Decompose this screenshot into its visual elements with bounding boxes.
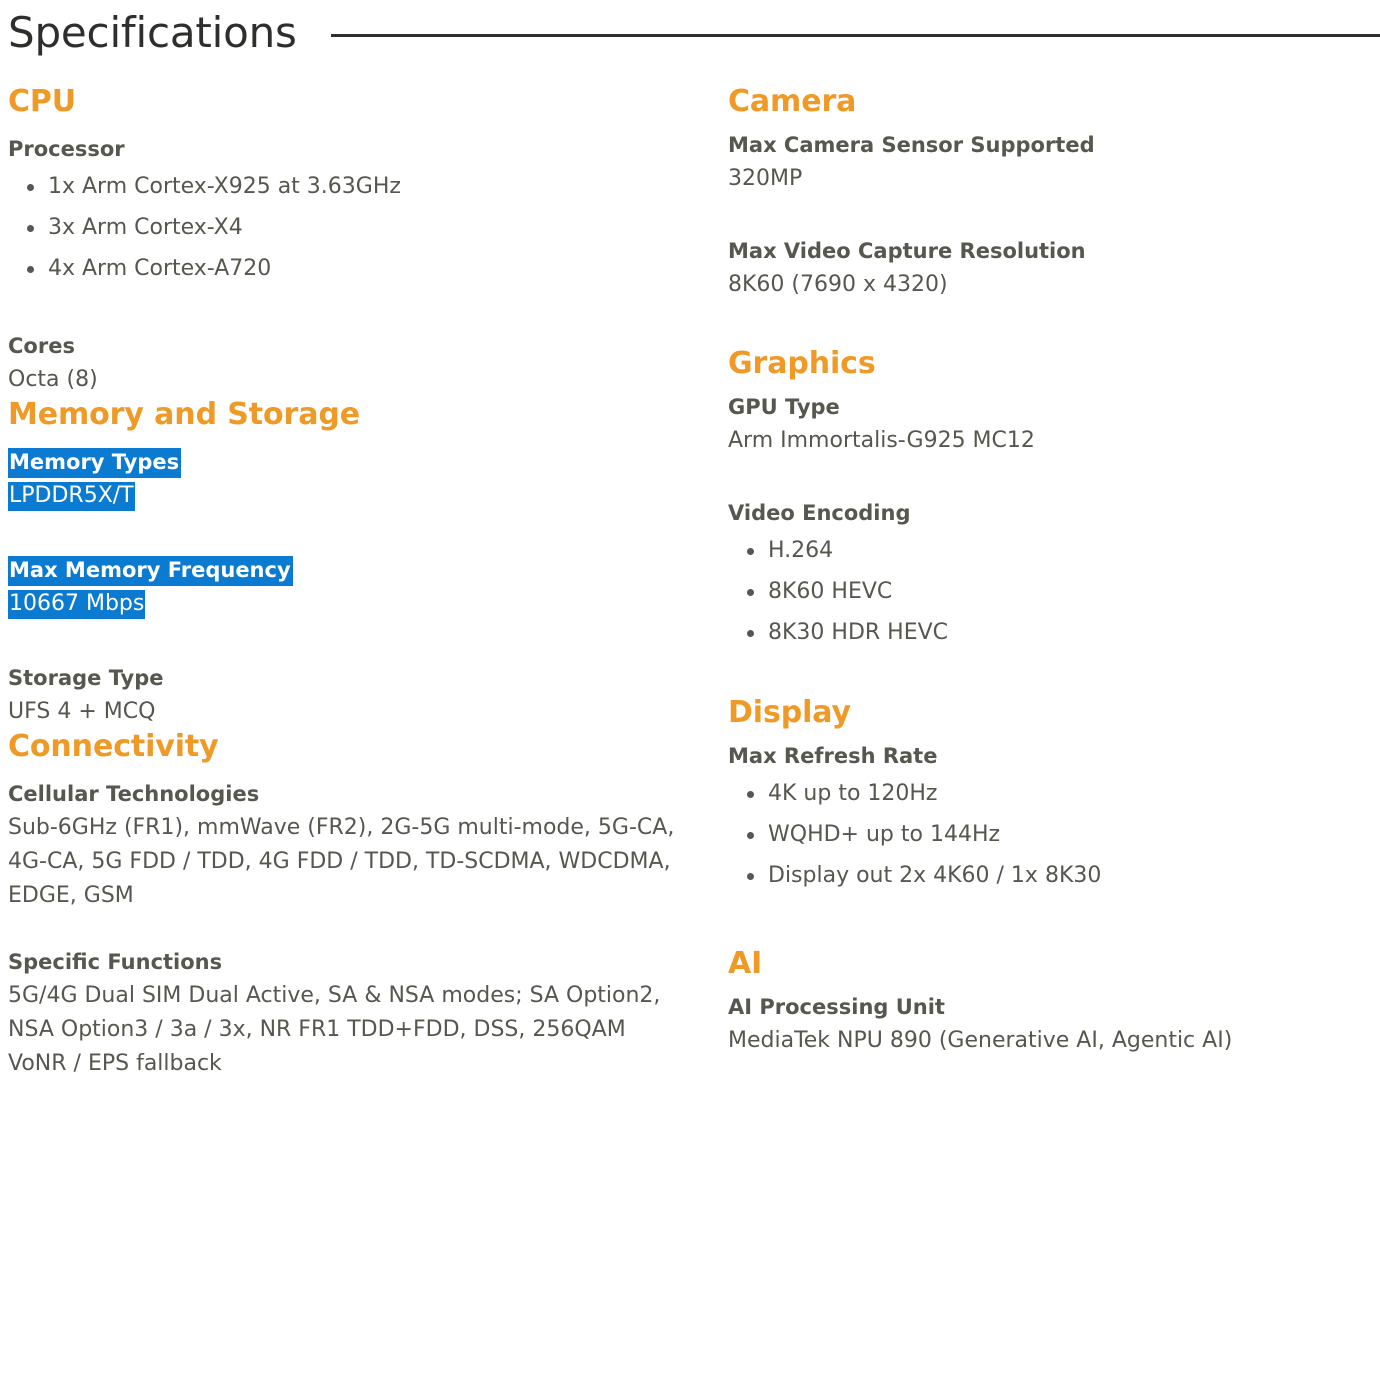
section-connectivity: Connectivity Cellular Technologies Sub-6… (8, 729, 688, 1081)
spec-label-max-refresh-rate: Max Refresh Rate (728, 744, 938, 768)
spec-label-processor: Processor (8, 137, 125, 161)
list-item: 1x Arm Cortex-X925 at 3.63GHz (8, 166, 688, 207)
spec-label-cellular-technologies: Cellular Technologies (8, 782, 260, 806)
spec-label-max-camera-sensor-supported: Max Camera Sensor Supported (728, 133, 1095, 157)
section-ai: AI AI Processing Unit MediaTek NPU 890 (… (728, 946, 1380, 1058)
section-heading-camera: Camera (728, 84, 857, 119)
spec-label-video-encoding: Video Encoding (728, 501, 911, 525)
spec-cellular-technologies: Cellular Technologies Sub-6GHz (FR1), mm… (8, 779, 688, 913)
selection-highlight-max-memory-frequency-value[interactable]: 10667 Mbps (8, 590, 146, 619)
spec-list-max-refresh-rate: 4K up to 120Hz WQHD+ up to 144Hz Display… (728, 773, 1380, 896)
left-column: CPU Processor 1x Arm Cortex-X925 at 3.63… (0, 84, 718, 1081)
spec-cores: Cores Octa (8) (8, 331, 688, 397)
list-item: 3x Arm Cortex-X4 (8, 207, 688, 248)
section-graphics: Graphics GPU Type Arm Immortalis-G925 MC… (728, 346, 1380, 653)
spec-value-max-memory-frequency: 10667 Mbps (8, 587, 688, 621)
spec-value-gpu-type: Arm Immortalis-G925 MC12 (728, 428, 1035, 453)
spec-max-memory-frequency: Max Memory Frequency 10667 Mbps (8, 555, 688, 621)
selection-highlight-memory-types-label[interactable]: Memory Types (8, 448, 182, 478)
spec-memory-types: Memory Types LPDDR5X/T (8, 447, 688, 513)
selection-highlight-max-memory-frequency-label[interactable]: Max Memory Frequency (8, 556, 293, 586)
list-item: 4K up to 120Hz (728, 773, 1380, 814)
list-item: WQHD+ up to 144Hz (728, 814, 1380, 855)
spec-value-max-video-capture-resolution: 8K60 (7690 x 4320) (728, 272, 948, 297)
section-heading-connectivity: Connectivity (8, 729, 219, 764)
spec-label-ai-processing-unit: AI Processing Unit (728, 995, 945, 1019)
spec-value-storage-type: UFS 4 + MCQ (8, 699, 156, 724)
selection-highlight-memory-types-value[interactable]: LPDDR5X/T (8, 482, 135, 511)
title-divider-rule (330, 33, 1380, 37)
spec-specific-functions: Specific Functions 5G/4G Dual SIM Dual A… (8, 947, 688, 1081)
spec-list-processor: 1x Arm Cortex-X925 at 3.63GHz 3x Arm Cor… (8, 166, 688, 289)
spec-label-max-video-capture-resolution: Max Video Capture Resolution (728, 239, 1086, 263)
spec-value-cellular-technologies: Sub-6GHz (FR1), mmWave (FR2), 2G-5G mult… (8, 815, 675, 908)
page-title: Specifications (8, 8, 297, 57)
section-memory-and-storage: Memory and Storage Memory Types LPDDR5X/… (8, 397, 688, 729)
spec-label-specific-functions: Specific Functions (8, 950, 223, 974)
list-item: H.264 (728, 530, 1380, 571)
spec-label-storage-type: Storage Type (8, 666, 164, 690)
spec-video-encoding: Video Encoding H.264 8K60 HEVC 8K30 HDR … (728, 498, 1380, 653)
section-heading-graphics: Graphics (728, 346, 876, 381)
spec-max-refresh-rate: Max Refresh Rate 4K up to 120Hz WQHD+ up… (728, 741, 1380, 896)
section-cpu: CPU Processor 1x Arm Cortex-X925 at 3.63… (8, 84, 688, 397)
spec-processor: Processor 1x Arm Cortex-X925 at 3.63GHz … (8, 134, 688, 289)
section-heading-cpu: CPU (8, 84, 77, 119)
section-display: Display Max Refresh Rate 4K up to 120Hz … (728, 695, 1380, 896)
list-item: 4x Arm Cortex-A720 (8, 248, 688, 289)
spec-value-ai-processing-unit: MediaTek NPU 890 (Generative AI, Agentic… (728, 1028, 1233, 1053)
spec-value-max-camera-sensor-supported: 320MP (728, 166, 803, 191)
spec-value-cores: Octa (8) (8, 367, 98, 392)
spec-gpu-type: GPU Type Arm Immortalis-G925 MC12 (728, 392, 1380, 458)
specs-columns: CPU Processor 1x Arm Cortex-X925 at 3.63… (0, 66, 1380, 1081)
spec-value-specific-functions: 5G/4G Dual SIM Dual Active, SA & NSA mod… (8, 983, 661, 1076)
section-heading-ai: AI (728, 946, 763, 981)
spec-label-max-memory-frequency: Max Memory Frequency (8, 555, 688, 586)
spec-label-cores: Cores (8, 334, 75, 358)
list-item: 8K60 HEVC (728, 571, 1380, 612)
spec-label-gpu-type: GPU Type (728, 395, 840, 419)
specifications-page: Specifications CPU Processor 1x Arm Cort… (0, 0, 1380, 1382)
list-item: Display out 2x 4K60 / 1x 8K30 (728, 855, 1380, 896)
section-camera: Camera Max Camera Sensor Supported 320MP… (728, 84, 1380, 302)
spec-value-memory-types: LPDDR5X/T (8, 479, 688, 513)
page-header: Specifications (0, 0, 1380, 66)
section-heading-display: Display (728, 695, 851, 730)
spec-label-memory-types: Memory Types (8, 447, 688, 478)
spec-list-video-encoding: H.264 8K60 HEVC 8K30 HDR HEVC (728, 530, 1380, 653)
section-heading-memory-and-storage: Memory and Storage (8, 397, 361, 432)
right-column: Camera Max Camera Sensor Supported 320MP… (718, 84, 1380, 1058)
spec-storage-type: Storage Type UFS 4 + MCQ (8, 663, 688, 729)
spec-max-video-capture-resolution: Max Video Capture Resolution 8K60 (7690 … (728, 236, 1380, 302)
list-item: 8K30 HDR HEVC (728, 612, 1380, 653)
spec-max-camera-sensor-supported: Max Camera Sensor Supported 320MP (728, 130, 1380, 196)
spec-ai-processing-unit: AI Processing Unit MediaTek NPU 890 (Gen… (728, 992, 1380, 1058)
